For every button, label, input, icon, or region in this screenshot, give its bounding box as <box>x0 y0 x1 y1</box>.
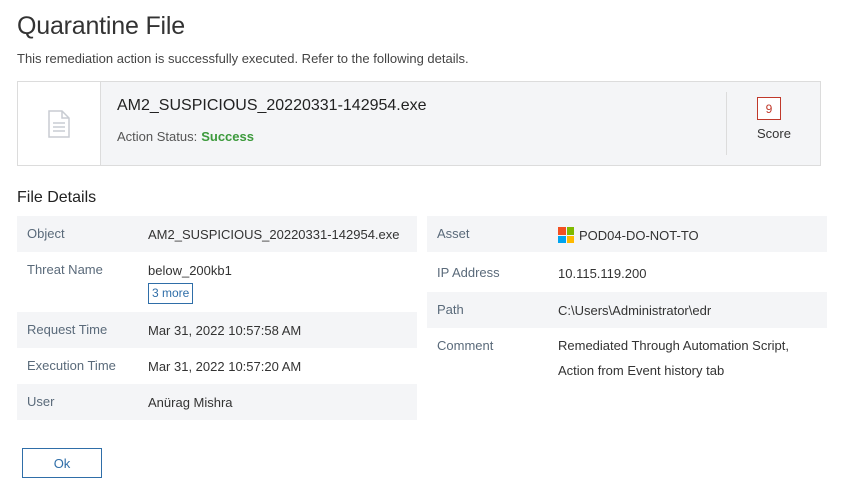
threat-name-value-group: below_200kb1 3 more <box>148 263 232 304</box>
detail-row-asset: Asset POD04-DO-NOT-TO <box>427 216 827 252</box>
detail-label: Path <box>437 302 464 317</box>
comment-line: Remediated Through Automation Script, <box>558 338 790 353</box>
action-status-value: Success <box>201 129 254 144</box>
detail-value: Mar 31, 2022 10:57:58 AM <box>148 323 302 338</box>
comment-value: Remediated Through Automation Script, Ac… <box>558 333 789 383</box>
file-details-title: File Details <box>17 189 97 206</box>
detail-label: Request Time <box>27 322 108 337</box>
score-badge: 9 <box>757 97 781 120</box>
detail-value: Anürag Mishra <box>148 395 233 410</box>
score-label: Score <box>757 126 791 141</box>
detail-value: AM2_SUSPICIOUS_20220331-142954.exe <box>148 227 400 242</box>
page-subtitle: This remediation action is successfully … <box>17 51 469 66</box>
detail-row-execution-time: Execution Time Mar 31, 2022 10:57:20 AM <box>17 348 417 384</box>
action-status-label: Action Status: <box>117 129 198 144</box>
file-icon-box <box>18 82 101 165</box>
detail-row-request-time: Request Time Mar 31, 2022 10:57:58 AM <box>17 312 417 348</box>
detail-value: below_200kb1 <box>148 263 232 278</box>
detail-value: C:\Users\Administrator\edr <box>558 303 712 318</box>
card-divider <box>726 92 727 155</box>
detail-row-threat-name: Threat Name below_200kb1 3 more <box>17 252 417 312</box>
detail-row-object: Object AM2_SUSPICIOUS_20220331-142954.ex… <box>17 216 417 252</box>
detail-value: Mar 31, 2022 10:57:20 AM <box>148 359 302 374</box>
windows-icon <box>558 227 574 243</box>
file-name: AM2_SUSPICIOUS_20220331-142954.exe <box>117 97 427 114</box>
detail-value: 10.115.119.200 <box>558 266 647 281</box>
asset-value: POD04-DO-NOT-TO <box>558 227 699 243</box>
action-status: Action Status: Success <box>117 129 254 144</box>
file-details-right: Asset POD04-DO-NOT-TO IP Address 10.115.… <box>427 216 827 388</box>
detail-label: Threat Name <box>27 262 103 277</box>
comment-line: Action from Event history tab <box>558 363 725 378</box>
detail-row-comment: Comment Remediated Through Automation Sc… <box>427 328 827 388</box>
file-details-left: Object AM2_SUSPICIOUS_20220331-142954.ex… <box>17 216 417 420</box>
document-icon <box>48 109 70 138</box>
detail-label: Asset <box>437 226 470 241</box>
detail-row-user: User Anürag Mishra <box>17 384 417 420</box>
detail-label: Comment <box>437 338 494 353</box>
detail-label: IP Address <box>437 265 500 280</box>
page-title: Quarantine File <box>17 12 185 40</box>
ok-button[interactable]: Ok <box>22 448 102 478</box>
detail-row-ip-address: IP Address 10.115.119.200 <box>427 252 827 292</box>
detail-label: User <box>27 394 55 409</box>
file-summary-card: AM2_SUSPICIOUS_20220331-142954.exe Actio… <box>17 81 821 166</box>
detail-value[interactable]: POD04-DO-NOT-TO <box>579 228 699 243</box>
detail-label: Execution Time <box>27 358 116 373</box>
more-threats-button[interactable]: 3 more <box>148 283 194 304</box>
detail-row-path: Path C:\Users\Administrator\edr <box>427 292 827 328</box>
detail-label: Object <box>27 226 65 241</box>
